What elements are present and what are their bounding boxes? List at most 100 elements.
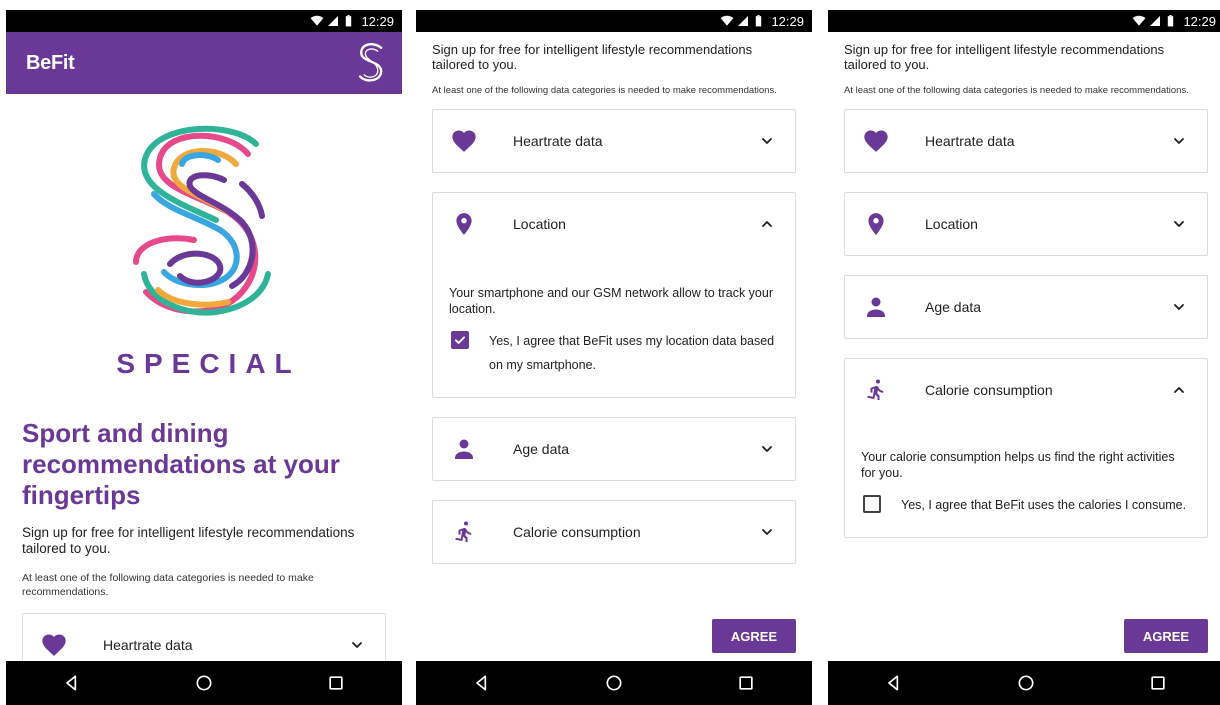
recents-icon[interactable]: [726, 663, 766, 703]
age-card: Age data: [844, 275, 1208, 339]
consent-screen-calorie: 12:29 Sign up for free for intelligent l…: [828, 10, 1220, 705]
heartrate-card: Heartrate data: [22, 613, 386, 661]
calorie-card-header[interactable]: Calorie consumption: [845, 359, 1207, 421]
location-consent-text: Yes, I agree that BeFit uses my location…: [489, 334, 775, 372]
heart-icon: [39, 630, 69, 660]
calorie-label: Calorie consumption: [513, 524, 641, 540]
status-time: 12:29: [771, 13, 804, 29]
category-list: Heartrate data Location Age data Calorie…: [844, 109, 1208, 538]
location-card-body: Your smartphone and our GSM network allo…: [433, 255, 795, 397]
battery-icon: [1164, 14, 1177, 28]
chevron-up-icon: [1171, 382, 1187, 398]
onboarding-content: SPECIAL Sport and dining recommendations…: [6, 94, 402, 661]
app-bar: BeFit: [6, 32, 402, 94]
battery-icon: [342, 14, 355, 28]
chevron-down-icon: [1171, 299, 1187, 315]
consent-content: Sign up for free for intelligent lifesty…: [416, 32, 812, 661]
heart-icon: [861, 126, 891, 156]
recents-icon[interactable]: [1138, 663, 1178, 703]
calorie-description: Your calorie consumption helps us find t…: [861, 450, 1175, 480]
age-card-header[interactable]: Age data: [845, 276, 1207, 338]
person-icon: [861, 292, 891, 322]
runner-icon: [449, 517, 479, 547]
signal-icon: [327, 15, 339, 27]
agree-button[interactable]: AGREE: [1124, 619, 1208, 653]
chevron-down-icon: [1171, 133, 1187, 149]
heartrate-card-header[interactable]: Heartrate data: [845, 110, 1207, 172]
brand-wordmark: SPECIAL: [116, 348, 301, 379]
age-card-header[interactable]: Age data: [433, 418, 795, 480]
calorie-consent[interactable]: Yes, I agree that BeFit uses the calorie…: [861, 493, 1191, 517]
location-pin-icon: [861, 209, 891, 239]
location-consent-checkbox[interactable]: [451, 331, 469, 349]
agree-button[interactable]: AGREE: [712, 619, 796, 653]
status-bar: 12:29: [416, 10, 812, 32]
age-card: Age data: [432, 417, 796, 481]
chevron-down-icon: [349, 637, 365, 653]
status-bar: 12:29: [6, 10, 402, 32]
calorie-card: Calorie consumption Your calorie consump…: [844, 358, 1208, 538]
app-title: BeFit: [26, 51, 75, 74]
calorie-consent-text: Yes, I agree that BeFit uses the calorie…: [901, 498, 1187, 512]
heartrate-card: Heartrate data: [844, 109, 1208, 173]
signup-lead: Sign up for free for intelligent lifesty…: [844, 42, 1165, 72]
onboarding-screen: 12:29 BeFit SPECIAL Sport and dining rec…: [6, 10, 402, 705]
calorie-card: Calorie consumption: [432, 500, 796, 564]
status-bar: 12:29: [828, 10, 1220, 32]
location-card: Location: [844, 192, 1208, 256]
location-card-header[interactable]: Location: [433, 193, 795, 255]
data-category-note: At least one of the following data categ…: [22, 572, 314, 598]
recents-icon[interactable]: [316, 663, 356, 703]
chevron-up-icon: [759, 216, 775, 232]
calorie-consent-checkbox[interactable]: [863, 495, 881, 513]
home-icon[interactable]: [184, 663, 224, 703]
calorie-card-header[interactable]: Calorie consumption: [433, 501, 795, 563]
signal-icon: [1149, 15, 1161, 27]
location-card-header[interactable]: Location: [845, 193, 1207, 255]
chevron-down-icon: [759, 441, 775, 457]
category-list: Heartrate data Location Your smartphone …: [432, 109, 796, 564]
person-icon: [449, 434, 479, 464]
system-nav-bar: [828, 661, 1220, 705]
status-time: 12:29: [361, 13, 394, 29]
chevron-down-icon: [759, 133, 775, 149]
back-icon[interactable]: [874, 663, 914, 703]
signup-lead: Sign up for free for intelligent lifesty…: [432, 42, 753, 72]
system-nav-bar: [416, 661, 812, 705]
back-icon[interactable]: [52, 663, 92, 703]
location-card: Location Your smartphone and our GSM net…: [432, 192, 796, 398]
chevron-down-icon: [1171, 216, 1187, 232]
chevron-down-icon: [759, 524, 775, 540]
back-icon[interactable]: [462, 663, 502, 703]
calorie-label: Calorie consumption: [925, 382, 1053, 398]
consent-content: Sign up for free for intelligent lifesty…: [828, 32, 1220, 661]
home-icon[interactable]: [1006, 663, 1046, 703]
battery-icon: [752, 14, 765, 28]
check-icon: [453, 333, 467, 347]
heartrate-card-header[interactable]: Heartrate data: [23, 614, 385, 661]
location-pin-icon: [449, 209, 479, 239]
signup-lead: Sign up for free for intelligent lifesty…: [22, 525, 355, 556]
wifi-icon: [1132, 14, 1146, 28]
heartrate-card-header[interactable]: Heartrate data: [433, 110, 795, 172]
age-label: Age data: [925, 299, 982, 315]
status-time: 12:29: [1183, 13, 1216, 29]
heartrate-label: Heartrate data: [103, 637, 193, 653]
signal-icon: [737, 15, 749, 27]
home-icon[interactable]: [594, 663, 634, 703]
heartrate-card: Heartrate data: [432, 109, 796, 173]
wifi-icon: [720, 14, 734, 28]
location-label: Location: [513, 216, 566, 232]
special-logo-icon: [358, 43, 383, 82]
runner-icon: [861, 375, 891, 405]
data-category-note: At least one of the following data categ…: [844, 85, 1189, 96]
heartrate-label: Heartrate data: [925, 133, 1015, 149]
special-logo-icon: [133, 125, 271, 316]
location-description: Your smartphone and our GSM network allo…: [449, 286, 773, 316]
calorie-card-body: Your calorie consumption helps us find t…: [845, 421, 1207, 537]
data-category-note: At least one of the following data categ…: [432, 85, 777, 96]
consent-screen-location: 12:29 Sign up for free for intelligent l…: [416, 10, 812, 705]
wifi-icon: [310, 14, 324, 28]
location-consent[interactable]: Yes, I agree that BeFit uses my location…: [449, 329, 779, 377]
hero-title: Sport and dining recommendations at your…: [22, 418, 340, 510]
